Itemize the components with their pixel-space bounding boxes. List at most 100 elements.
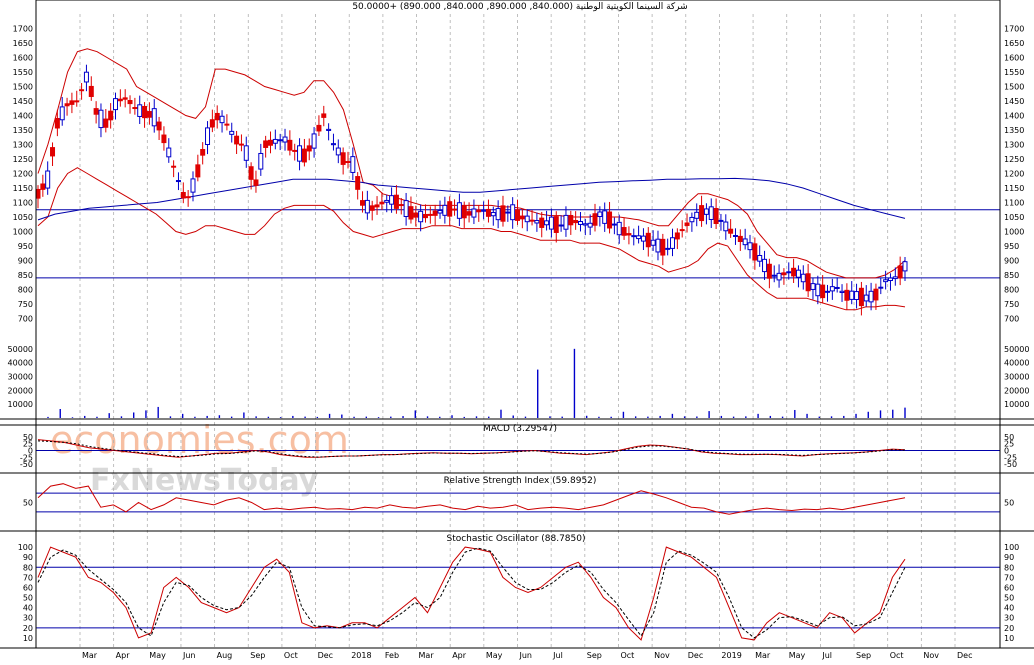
x-tick-label: May [789, 651, 806, 660]
candle-body [505, 211, 511, 214]
y-tick-label-right: 1600 [1004, 54, 1024, 63]
candle-body [214, 112, 220, 121]
candle-body [277, 139, 283, 142]
y-tick-label-left: 1150 [13, 184, 33, 193]
candle-body [142, 105, 148, 119]
chart-svg: شركة السينما الكويتية الوطنية (840.000, … [0, 0, 1034, 660]
x-tick-label: 2019 [721, 651, 741, 660]
y-tick-label-right: 40 [1004, 604, 1014, 613]
candle-body [829, 286, 835, 292]
candle-body [132, 107, 138, 110]
candle-body [200, 149, 206, 156]
x-tick-label: Dec [688, 651, 703, 660]
y-tick-label-right: 1700 [1004, 25, 1024, 34]
candle-body [728, 228, 734, 234]
candle-body [795, 269, 801, 278]
y-tick-label-left: 70 [23, 573, 33, 582]
candle-body [873, 288, 879, 301]
candle-body [461, 205, 467, 219]
y-tick-label-right: 30 [1004, 614, 1014, 623]
candle-body [519, 215, 525, 220]
candle-body [718, 219, 724, 222]
x-tick-label: Mar [419, 651, 435, 660]
candle-body [340, 152, 346, 165]
stochastic-k-line [37, 546, 906, 641]
candle-body [40, 183, 46, 190]
y-tick-label-left: 40000 [8, 359, 33, 368]
candle-body [810, 283, 816, 290]
candle-body [54, 117, 60, 129]
x-tick-label: Jul [552, 651, 563, 660]
y-tick-label-right: 800 [1004, 286, 1019, 295]
y-tick-label-left: 1500 [13, 83, 33, 92]
candle-body [127, 100, 133, 105]
candle-body [151, 108, 157, 127]
y-tick-label-right: 90 [1004, 553, 1014, 562]
candle-body [50, 147, 56, 157]
candle-body [490, 211, 496, 217]
x-tick-label: Jul [821, 651, 832, 660]
candle-body [611, 223, 617, 226]
x-tick-label: Sep [587, 651, 602, 660]
candle-body [858, 287, 864, 307]
candle-body [98, 109, 104, 129]
candle-body [74, 100, 80, 103]
candle-body [650, 239, 656, 246]
candle-body [640, 235, 646, 242]
candle-body [345, 161, 351, 164]
candle-body [330, 143, 336, 146]
candle-body [674, 232, 680, 240]
y-tick-label-left: 1350 [13, 126, 33, 135]
candle-body [825, 290, 831, 293]
y-tick-label-right: 60 [1004, 583, 1014, 592]
chart-title: شركة السينما الكويتية الوطنية (840.000, … [352, 2, 687, 12]
candle-body [665, 247, 671, 250]
y-tick-label-right: 100 [1004, 543, 1019, 552]
candle-body [626, 233, 632, 236]
y-tick-label-right: 1000 [1004, 228, 1024, 237]
x-tick-label: Nov [654, 651, 670, 660]
x-tick-label: Jun [182, 651, 196, 660]
candle-body [374, 204, 380, 208]
y-tick-label-left: 1000 [13, 228, 33, 237]
candle-body [645, 232, 651, 248]
candle-body [495, 208, 501, 221]
candle-body [815, 283, 821, 297]
candle-body [379, 201, 385, 205]
candle-body [791, 267, 797, 277]
y-tick-label-left: 1200 [13, 170, 33, 179]
candle-body [195, 164, 201, 178]
candle-body [616, 221, 622, 236]
y-tick-label-left: 40 [23, 604, 33, 613]
candle-body [364, 199, 370, 214]
y-tick-label-right: 950 [1004, 242, 1019, 251]
y-tick-label-left: 60 [23, 583, 33, 592]
candle-body [83, 71, 89, 83]
y-tick-label-left: 10 [23, 634, 33, 643]
y-tick-label-right: 20 [1004, 624, 1014, 633]
candle-body [485, 208, 491, 217]
y-tick-label-left: 750 [18, 300, 33, 309]
x-tick-label: Apr [116, 651, 131, 660]
candle-body [321, 113, 327, 118]
x-tick-label: Nov [923, 651, 939, 660]
candle-body [418, 210, 424, 223]
x-tick-label: May [486, 651, 503, 660]
candle-body [679, 229, 685, 232]
y-tick-label-left: 950 [18, 242, 33, 251]
candle-body [500, 205, 506, 222]
candle-body [883, 279, 889, 283]
candle-body [59, 106, 65, 121]
candle-body [694, 211, 700, 219]
candle-body [529, 219, 535, 222]
candle-body [573, 220, 579, 224]
candle-body [602, 210, 608, 224]
candle-body [360, 200, 366, 206]
candle-body [699, 205, 705, 222]
y-tick-label-left: 90 [23, 553, 33, 562]
candle-body [350, 156, 356, 173]
x-tick-label: Mar [755, 651, 771, 660]
y-tick-label-left: 1450 [13, 97, 33, 106]
y-tick-label-left: 700 [18, 315, 33, 324]
candle-body [902, 261, 908, 272]
